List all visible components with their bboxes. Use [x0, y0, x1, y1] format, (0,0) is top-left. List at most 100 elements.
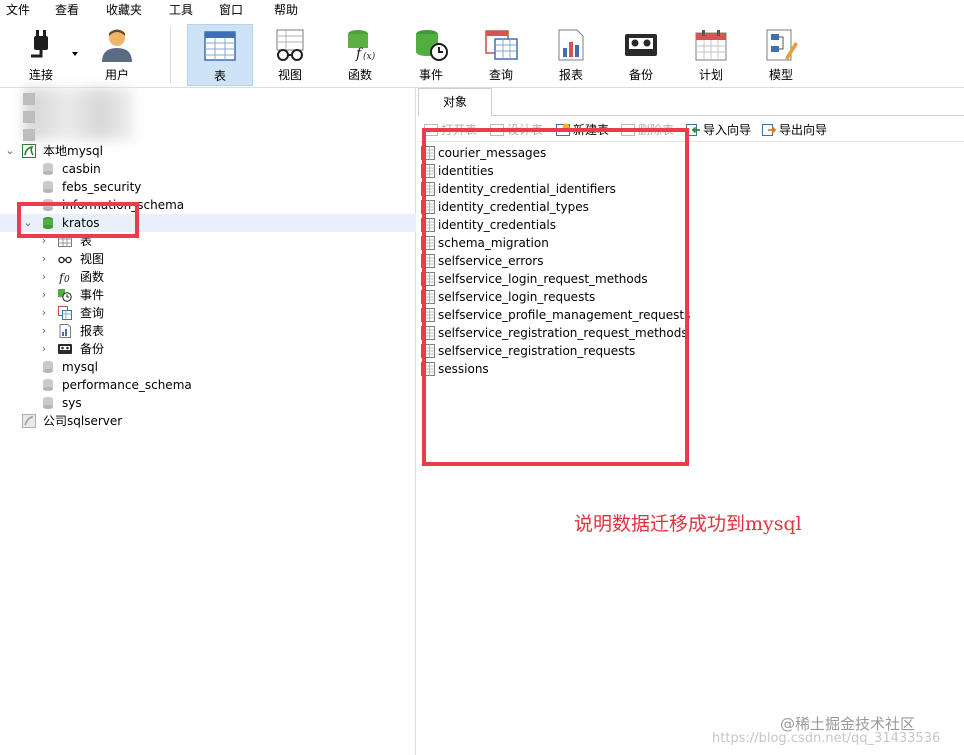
- tree-connection-company-sqlserver[interactable]: 公司sqlserver: [0, 412, 416, 430]
- annotation-text: 说明数据迁移成功到mysql: [574, 513, 802, 535]
- export-wizard-label: 导出向导: [779, 123, 828, 137]
- report-icon: [59, 324, 71, 338]
- backup-label: 备份: [628, 68, 653, 82]
- view-button[interactable]: 视图: [257, 24, 323, 86]
- database-icon: [43, 379, 53, 391]
- calendar-icon: [695, 30, 727, 61]
- menu-tools[interactable]: 工具: [169, 3, 193, 17]
- tree-connection-local-mysql[interactable]: ⌄ 本地mysql: [0, 142, 416, 160]
- report-label: 报表: [558, 68, 583, 82]
- database-icon: [43, 361, 53, 373]
- database-icon: [43, 181, 53, 193]
- connection-icon: [23, 93, 35, 105]
- object-tab-bar: 对象: [418, 88, 964, 116]
- event-icon: [58, 289, 72, 302]
- svg-text:(x): (x): [363, 51, 376, 62]
- event-button[interactable]: 事件: [398, 24, 464, 86]
- query-button[interactable]: 查询: [468, 24, 534, 86]
- chevron-down-icon[interactable]: ⌄: [4, 142, 16, 160]
- query-label: 查询: [488, 68, 513, 82]
- tree-label: 查询: [80, 306, 105, 320]
- tree-node-queries[interactable]: › 查询: [0, 304, 416, 322]
- query-grid-icon: [485, 30, 518, 60]
- chevron-right-icon[interactable]: ›: [38, 268, 50, 286]
- menu-help[interactable]: 帮助: [274, 3, 298, 17]
- connection-tree: ⌄ 本地mysql casbin febs_security informati…: [0, 88, 416, 755]
- tree-label: mysql: [62, 360, 98, 374]
- function-fx-icon: f (x): [348, 30, 376, 62]
- model-icon: [766, 29, 798, 61]
- query-icon: [58, 306, 72, 320]
- event-clock-icon: [416, 30, 448, 61]
- glasses-icon: [58, 256, 72, 264]
- model-button[interactable]: 模型: [748, 24, 814, 86]
- user-icon: [102, 29, 132, 62]
- tree-label: 公司sqlserver: [43, 414, 123, 428]
- connection-icon: [23, 111, 35, 123]
- connect-dropdown-icon[interactable]: [72, 52, 78, 56]
- chevron-right-icon[interactable]: ›: [38, 286, 50, 304]
- chevron-right-icon[interactable]: ›: [38, 340, 50, 358]
- main-toolbar: 连接 用户 表 视图 f (x) 函数 事件 查询 报表 备份 计划 模型: [0, 20, 964, 88]
- tree-label: 备份: [80, 342, 105, 356]
- user-button[interactable]: 用户: [84, 24, 150, 86]
- tree-row-hidden-1[interactable]: [0, 90, 416, 108]
- tree-db-febs-security[interactable]: febs_security: [0, 178, 416, 196]
- connect-label: 连接: [28, 68, 53, 82]
- database-icon: [43, 397, 53, 409]
- tree-node-functions[interactable]: › f0 函数: [0, 268, 416, 286]
- function-button[interactable]: f (x) 函数: [327, 24, 393, 86]
- menu-window[interactable]: 窗口: [219, 3, 243, 17]
- connect-button[interactable]: 连接: [8, 24, 74, 86]
- table-list-highlight-box: [422, 128, 689, 466]
- table-button[interactable]: 表: [187, 24, 253, 86]
- tree-label: sys: [62, 396, 82, 410]
- svg-text:0: 0: [64, 275, 70, 284]
- tree-db-sys[interactable]: sys: [0, 394, 416, 412]
- mysql-dolphin-icon: [22, 144, 36, 158]
- database-icon: [43, 163, 53, 175]
- menu-bar: 文件 查看 收藏夹 工具 窗口 帮助: [0, 0, 964, 20]
- function-label: 函数: [347, 68, 372, 82]
- glasses-view-icon: [276, 29, 304, 61]
- table-label: 表: [213, 69, 226, 83]
- kratos-highlight-box: [17, 202, 139, 238]
- function-icon: f0: [58, 271, 70, 284]
- user-label: 用户: [104, 68, 129, 82]
- tree-node-reports[interactable]: › 报表: [0, 322, 416, 340]
- chevron-right-icon[interactable]: ›: [38, 322, 50, 340]
- view-label: 视图: [277, 68, 302, 82]
- tab-objects[interactable]: 对象: [418, 88, 492, 116]
- tab-divider: [492, 115, 964, 116]
- tree-label: 本地mysql: [43, 144, 103, 158]
- schedule-label: 计划: [698, 68, 723, 82]
- tree-db-mysql[interactable]: mysql: [0, 358, 416, 376]
- menu-file[interactable]: 文件: [6, 3, 30, 17]
- backup-tape-icon: [625, 34, 657, 56]
- menu-view[interactable]: 查看: [55, 3, 79, 17]
- chevron-right-icon[interactable]: ›: [38, 250, 50, 268]
- tree-row-hidden-2[interactable]: [0, 108, 416, 126]
- import-wizard-label: 导入向导: [703, 123, 752, 137]
- tree-db-performance-schema[interactable]: performance_schema: [0, 376, 416, 394]
- model-label: 模型: [768, 68, 793, 82]
- watermark-url: https://blog.csdn.net/qq_31433536: [712, 731, 941, 746]
- tree-label: 事件: [80, 288, 105, 302]
- tree-db-casbin[interactable]: casbin: [0, 160, 416, 178]
- tree-label: 报表: [80, 324, 105, 338]
- toolbar-separator: [170, 26, 171, 84]
- menu-favorites[interactable]: 收藏夹: [106, 3, 142, 17]
- backup-button[interactable]: 备份: [608, 24, 674, 86]
- tree-label: febs_security: [62, 180, 142, 194]
- tree-node-views[interactable]: › 视图: [0, 250, 416, 268]
- connection-icon: [23, 129, 35, 141]
- chevron-right-icon[interactable]: ›: [38, 304, 50, 322]
- schedule-button[interactable]: 计划: [678, 24, 744, 86]
- tree-label: casbin: [62, 162, 101, 176]
- export-icon: [762, 124, 776, 136]
- tree-label: performance_schema: [62, 378, 192, 392]
- tree-node-backups[interactable]: › 备份: [0, 340, 416, 358]
- tree-label: 函数: [80, 270, 105, 284]
- report-button[interactable]: 报表: [538, 24, 604, 86]
- tree-node-events[interactable]: › 事件: [0, 286, 416, 304]
